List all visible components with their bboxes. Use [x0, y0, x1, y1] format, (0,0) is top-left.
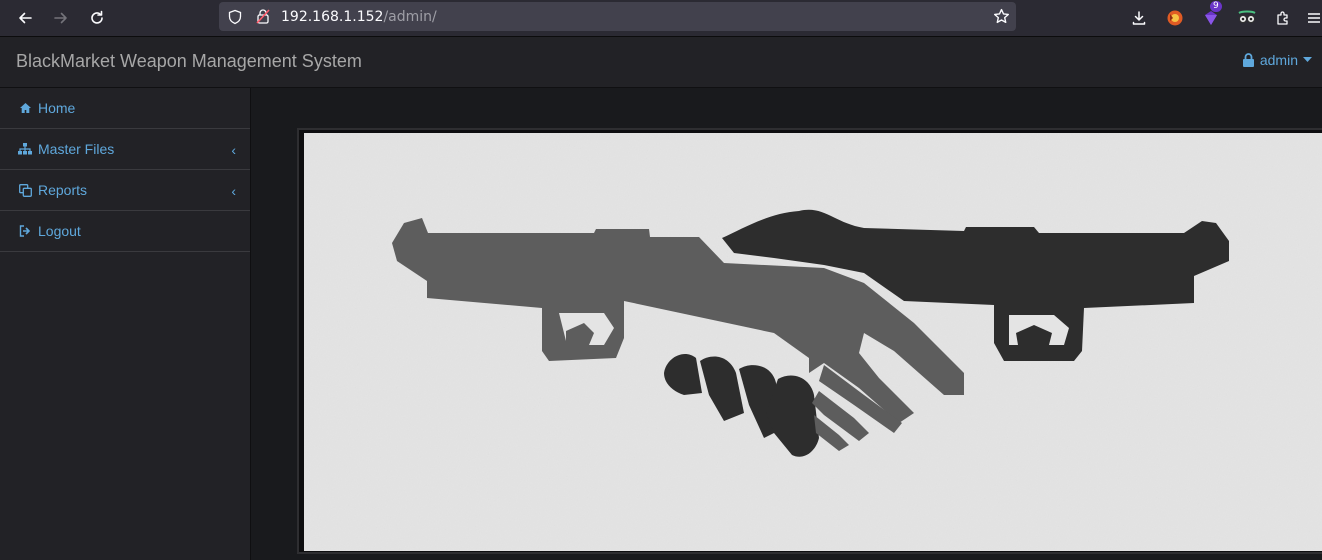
main-content — [251, 88, 1322, 560]
url-path: /admin/ — [383, 9, 437, 25]
sidebar-item-label: Reports — [38, 182, 88, 198]
sidebar-item-label: Home — [38, 100, 76, 116]
reload-button[interactable] — [85, 6, 109, 30]
fox-extension-icon — [1167, 10, 1183, 26]
caret-down-icon — [1303, 57, 1312, 62]
extensions-button[interactable] — [1271, 6, 1295, 30]
sidebar-item-home[interactable]: Home — [0, 88, 250, 129]
reports-icon — [18, 183, 32, 197]
home-icon — [18, 101, 32, 115]
sitemap-icon — [18, 142, 32, 156]
browser-toolbar: 192.168.1.152/admin/ 9 — [0, 0, 1322, 37]
download-icon — [1132, 11, 1146, 25]
back-button[interactable] — [13, 6, 37, 30]
image-frame — [297, 128, 1322, 554]
chevron-left-icon: ‹ — [231, 183, 236, 199]
user-name: admin — [1259, 52, 1298, 68]
extension-badge-count: 9 — [1210, 1, 1222, 12]
user-menu[interactable]: admin — [1242, 52, 1312, 68]
app-title[interactable]: BlackMarket Weapon Management System — [16, 51, 362, 72]
shield-icon[interactable] — [227, 9, 243, 30]
forward-arrow-icon — [54, 12, 67, 24]
url-bar[interactable]: 192.168.1.152/admin/ — [219, 2, 1016, 31]
glasses-extension-icon — [1238, 10, 1256, 23]
extension-glasses-button[interactable] — [1235, 6, 1259, 30]
puzzle-icon — [1277, 11, 1288, 25]
sidebar-item-logout[interactable]: Logout — [0, 211, 250, 252]
lock-icon — [1242, 53, 1254, 67]
insecure-lock-icon[interactable] — [255, 8, 271, 30]
chevron-left-icon: ‹ — [231, 142, 236, 158]
gun-handshake-logo — [304, 133, 1322, 551]
bookmark-star-icon[interactable] — [993, 8, 1010, 30]
url-host: 192.168.1.152 — [281, 9, 384, 25]
sidebar-item-master-files[interactable]: Master Files ‹ — [0, 129, 250, 170]
reload-icon — [91, 10, 103, 24]
sidebar-item-reports[interactable]: Reports ‹ — [0, 170, 250, 211]
extension-fox-button[interactable] — [1163, 6, 1187, 30]
back-arrow-icon — [19, 12, 32, 24]
logout-icon — [18, 224, 32, 238]
sidebar-item-label: Logout — [38, 223, 81, 239]
sidebar-item-label: Master Files — [38, 141, 115, 157]
forward-button[interactable] — [49, 6, 73, 30]
extension-badge-button[interactable]: 9 — [1199, 1, 1223, 30]
url-text[interactable]: 192.168.1.152/admin/ — [281, 9, 437, 25]
downloads-button[interactable] — [1127, 6, 1151, 30]
sidebar: Home Master Files ‹ Reports ‹ Logout — [0, 88, 251, 560]
hamburger-icon — [1308, 13, 1320, 23]
app-menu-button[interactable] — [1304, 6, 1322, 30]
app-header: BlackMarket Weapon Management System adm… — [0, 37, 1322, 88]
